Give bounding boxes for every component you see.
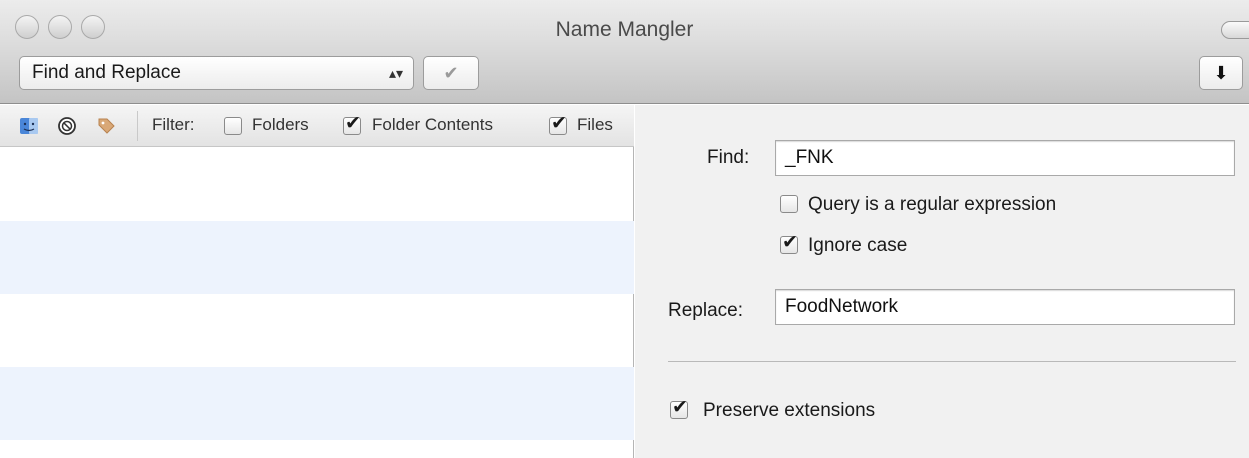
toolbar-toggle-button[interactable] (1221, 21, 1249, 39)
tag-icon[interactable] (96, 116, 116, 136)
list-row[interactable] (0, 221, 634, 294)
section-divider (668, 361, 1236, 362)
files-label: Files (577, 115, 613, 134)
down-arrow-icon: ⬇ (1213, 63, 1229, 83)
file-list-pane: Filter: Folders Folder Contents Files (0, 105, 634, 458)
replace-input[interactable]: FoodNetwork (775, 289, 1235, 325)
preserve-extensions-label: Preserve extensions (703, 400, 876, 421)
find-input-value: _FNK (785, 147, 834, 168)
select-arrows-icon: ▴▾ (388, 65, 403, 81)
window-title: Name Mangler (555, 18, 694, 41)
mode-select-value: Find and Replace (32, 62, 181, 83)
folder-contents-checkbox[interactable] (343, 112, 361, 135)
regex-label: Query is a regular expression (808, 194, 1057, 215)
apply-button[interactable]: ✔ (423, 56, 479, 90)
no-entry-icon[interactable] (57, 116, 77, 136)
list-row[interactable] (0, 367, 634, 440)
filter-bar: Filter: Folders Folder Contents Files (0, 105, 634, 147)
preserve-extensions-checkbox[interactable] (670, 396, 688, 419)
replace-input-value: FoodNetwork (785, 296, 898, 317)
mode-select[interactable]: Find and Replace ▴▾ (19, 56, 414, 90)
filter-separator (137, 111, 138, 141)
find-input[interactable]: _FNK (775, 140, 1235, 176)
checkmark-icon: ✔ (443, 63, 459, 83)
list-row[interactable] (0, 294, 634, 367)
folder-contents-label: Folder Contents (372, 115, 493, 134)
list-row[interactable] (0, 148, 634, 221)
title-bar: Name Mangler (0, 0, 1249, 44)
find-replace-panel: Find: _FNK Query is a regular expression… (635, 105, 1249, 458)
ignore-case-label: Ignore case (808, 235, 908, 256)
folders-checkbox[interactable] (224, 117, 242, 135)
regex-checkbox[interactable] (780, 195, 798, 213)
find-label: Find: (707, 147, 750, 168)
download-button[interactable]: ⬇ (1199, 56, 1243, 90)
files-checkbox[interactable] (549, 112, 567, 135)
filter-label: Filter: (152, 115, 195, 134)
ignore-case-checkbox[interactable] (780, 231, 798, 254)
finder-icon[interactable] (19, 116, 39, 136)
replace-label: Replace: (668, 300, 743, 321)
folders-label: Folders (252, 115, 309, 134)
toolbar: Find and Replace ▴▾ ✔ ⬇ (0, 44, 1249, 104)
